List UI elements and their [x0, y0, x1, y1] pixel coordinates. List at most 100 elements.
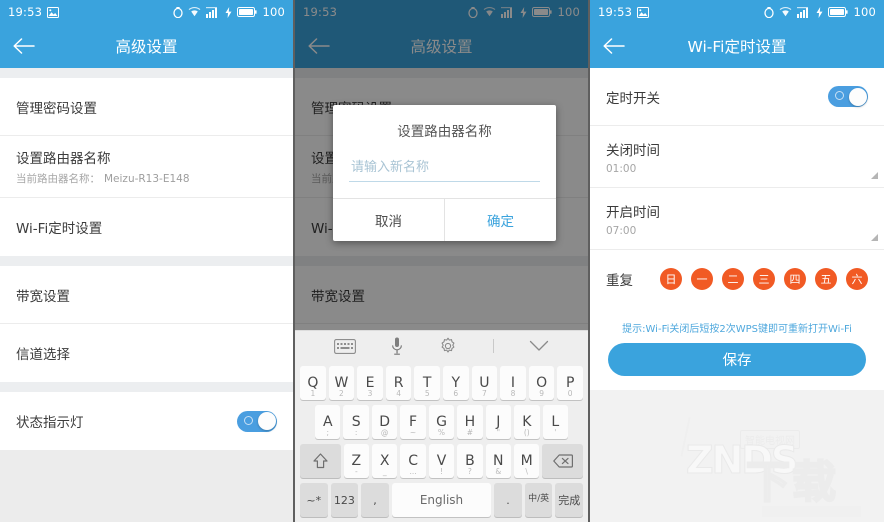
confirm-button[interactable]: 确定: [445, 199, 556, 241]
key-u[interactable]: U7: [471, 366, 498, 400]
row-wifi-schedule[interactable]: Wi-Fi定时设置: [0, 198, 293, 256]
day-sat[interactable]: 六: [846, 268, 868, 290]
panel-wifi-schedule: 19:53 100 Wi-Fi定时设置 定时开关 关闭时间 01:00 开启时间…: [590, 0, 884, 522]
save-button[interactable]: 保存: [608, 343, 866, 376]
nfc-icon: [764, 6, 775, 18]
wifi-icon: [188, 7, 201, 17]
key-e[interactable]: E3: [357, 366, 383, 400]
row-subtitle: 当前路由器名称： Meizu-R13-E148: [16, 171, 277, 186]
row-status-led[interactable]: 状态指示灯: [0, 392, 293, 450]
settings-group-1: 管理密码设置 设置路由器名称 当前路由器名称： Meizu-R13-E148 Wi…: [0, 78, 293, 256]
day-sun[interactable]: 日: [660, 268, 682, 290]
router-name-input[interactable]: [349, 156, 540, 182]
key-m[interactable]: M \: [513, 444, 540, 478]
status-bar: 19:53 100: [0, 0, 293, 24]
key-t[interactable]: T5: [414, 366, 440, 400]
keyboard-row-1: Q1 W2 E3 R4 T5 Y6 U7 I8 O9 P0: [298, 366, 585, 400]
gear-icon[interactable]: [439, 337, 457, 355]
day-mon[interactable]: 一: [691, 268, 713, 290]
row-admin-password[interactable]: 管理密码设置: [0, 78, 293, 136]
key-hint: _: [382, 467, 387, 476]
key-j[interactable]: J ": [485, 405, 512, 439]
day-tue[interactable]: 二: [722, 268, 744, 290]
day-wed[interactable]: 三: [753, 268, 775, 290]
key-space[interactable]: English: [391, 483, 492, 517]
key-hint: \: [525, 467, 528, 476]
key-hint: ": [496, 428, 501, 437]
schedule-toggle[interactable]: [828, 86, 868, 107]
key-label: ,: [373, 493, 377, 507]
key-x[interactable]: X _: [372, 444, 398, 478]
keyboard-row-3: Z- X _ C... V! B? N & M \: [298, 444, 585, 478]
key-comma[interactable]: ,: [361, 483, 389, 517]
panel-rename-dialog: 19:53 100 高级设置 带宽设置 设置路由器名称 请输入新名称 取消 确定…: [295, 0, 590, 522]
key-k[interactable]: K(): [514, 405, 540, 439]
key-w[interactable]: W2: [328, 366, 355, 400]
key-h[interactable]: H #: [457, 405, 483, 439]
day-thu[interactable]: 四: [784, 268, 806, 290]
list-spacer: [0, 382, 293, 392]
screenshot-stage: 19:53 100 高级设置 管理密码设置 设置路由器名称 当前路由器名称： M…: [0, 0, 884, 522]
key-n[interactable]: N &: [485, 444, 511, 478]
key-symbols[interactable]: ~*: [299, 483, 328, 517]
key-z[interactable]: Z-: [343, 444, 370, 478]
cancel-button[interactable]: 取消: [333, 199, 445, 241]
day-fri[interactable]: 五: [815, 268, 837, 290]
image-icon: [47, 6, 60, 18]
key-b[interactable]: B?: [457, 444, 483, 478]
dialog-input-wrap: [333, 152, 556, 198]
shift-icon[interactable]: [300, 444, 341, 478]
status-bar: 19:53 100: [590, 0, 884, 24]
key-hint: -: [354, 467, 358, 476]
row-schedule-switch[interactable]: 定时开关: [590, 68, 884, 126]
wifi-icon: [779, 7, 792, 17]
nfc-icon: [173, 6, 184, 18]
key-hint: %: [437, 428, 446, 437]
battery-icon: [828, 7, 849, 17]
key-hint: (): [523, 428, 530, 437]
keyboard-row-4: ~* 123 , English . 中/英 完成: [298, 483, 585, 517]
key-i[interactable]: I8: [500, 366, 526, 400]
key-f[interactable]: F ~: [400, 405, 426, 439]
panel-advanced-settings: 19:53 100 高级设置 管理密码设置 设置路由器名称 当前路由器名称： M…: [0, 0, 295, 522]
key-hint: 0: [567, 389, 573, 398]
key-language-toggle[interactable]: 中/英: [524, 483, 553, 517]
key-hint: ?: [467, 467, 472, 476]
row-off-time[interactable]: 关闭时间 01:00: [590, 126, 884, 188]
row-on-time[interactable]: 开启时间 07:00: [590, 188, 884, 250]
keyboard-icon[interactable]: [333, 338, 356, 354]
row-label: 设置路由器名称: [16, 151, 111, 167]
backspace-icon[interactable]: [542, 444, 583, 478]
key-done[interactable]: 完成: [555, 483, 584, 517]
key-hint: 3: [367, 389, 373, 398]
status-time: 19:53: [598, 5, 633, 19]
key-y[interactable]: Y6: [443, 366, 469, 400]
rename-dialog: 设置路由器名称 取消 确定: [333, 105, 556, 241]
key-hint: ;: [326, 428, 330, 437]
key-period[interactable]: .: [494, 483, 522, 517]
key-r[interactable]: R4: [385, 366, 412, 400]
key-c[interactable]: C...: [400, 444, 426, 478]
key-o[interactable]: O9: [528, 366, 555, 400]
charging-bolt-icon: [816, 6, 823, 18]
key-s[interactable]: S:: [343, 405, 369, 439]
row-channel[interactable]: 信道选择: [0, 324, 293, 382]
key-a[interactable]: A;: [315, 405, 341, 439]
row-bandwidth[interactable]: 带宽设置: [0, 266, 293, 324]
back-arrow-icon[interactable]: [590, 24, 638, 68]
key-numbers[interactable]: 123: [330, 483, 359, 517]
microphone-icon[interactable]: [391, 337, 403, 356]
back-arrow-icon[interactable]: [0, 24, 48, 68]
key-d[interactable]: D @: [371, 405, 398, 439]
key-p[interactable]: P0: [557, 366, 583, 400]
collapse-keyboard-icon[interactable]: [529, 340, 549, 352]
row-label: 关闭时间: [606, 142, 660, 159]
save-button-wrap: 保存: [590, 343, 884, 390]
row-router-name[interactable]: 设置路由器名称 当前路由器名称： Meizu-R13-E148: [0, 136, 293, 198]
key-v[interactable]: V!: [428, 444, 455, 478]
key-g[interactable]: G%: [428, 405, 455, 439]
key-q[interactable]: Q1: [300, 366, 326, 400]
app-bar-panel1: 高级设置: [0, 24, 293, 68]
status-led-toggle[interactable]: [237, 410, 277, 432]
key-l[interactable]: L ': [542, 405, 568, 439]
